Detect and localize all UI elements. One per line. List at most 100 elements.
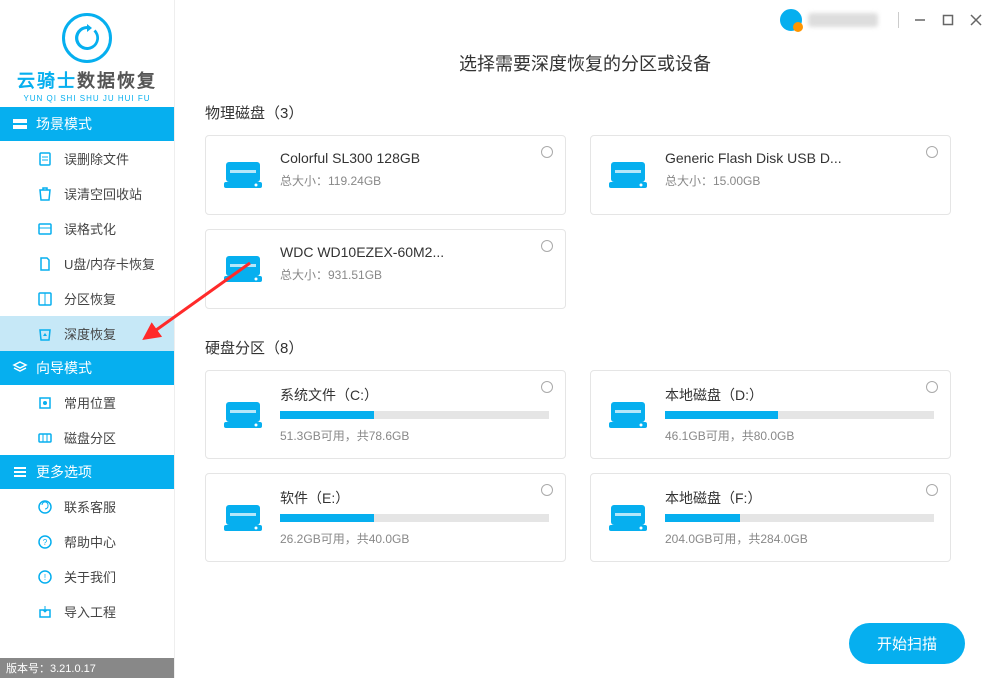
physical-disk-card[interactable]: Colorful SL300 128GB总大小：119.24GB xyxy=(205,135,566,215)
radio-select[interactable] xyxy=(541,381,553,393)
format-icon xyxy=(36,220,54,238)
nav-section-label: 向导模式 xyxy=(36,358,92,378)
partition-icon xyxy=(36,290,54,308)
partition-info: 204.0GB可用，共284.0GB xyxy=(665,530,934,547)
disk-size: 总大小：119.24GB xyxy=(280,172,549,189)
sidebar: 云骑士数据恢复 YUN QI SHI SHU JU HUI FU 场景模式误删除… xyxy=(0,0,175,678)
about-icon: ! xyxy=(36,568,54,586)
nav-section-label: 场景模式 xyxy=(36,114,92,134)
sidebar-item-import[interactable]: 导入工程 xyxy=(0,594,174,629)
recycle-bin-icon xyxy=(36,185,54,203)
sidebar-item-location[interactable]: 常用位置 xyxy=(0,385,174,420)
sidebar-item-label: 磁盘分区 xyxy=(64,428,116,447)
disk-name: Generic Flash Disk USB D... xyxy=(665,150,934,166)
sidebar-item-label: 关于我们 xyxy=(64,567,116,586)
sidebar-item-disk-part[interactable]: 磁盘分区 xyxy=(0,420,174,455)
partition-name: 系统文件（C:） xyxy=(280,385,549,405)
sidebar-item-label: 常用位置 xyxy=(64,393,116,412)
nav-section-header[interactable]: 场景模式 xyxy=(0,107,174,141)
usage-bar xyxy=(665,411,934,419)
maximize-button[interactable] xyxy=(937,9,959,31)
partition-card[interactable]: 系统文件（C:） 51.3GB可用，共78.6GB xyxy=(205,370,566,459)
sidebar-item-label: 导入工程 xyxy=(64,602,116,621)
sidebar-item-label: 深度恢复 xyxy=(64,324,116,343)
nav-section-label: 更多选项 xyxy=(36,462,92,482)
minimize-button[interactable] xyxy=(909,9,931,31)
physical-disk-card[interactable]: Generic Flash Disk USB D... 总大小：15.00GB xyxy=(590,135,951,215)
partition-info: 26.2GB可用，共40.0GB xyxy=(280,530,549,547)
sidebar-item-label: 误删除文件 xyxy=(64,149,129,168)
disk-size: 总大小：931.51GB xyxy=(280,266,549,283)
username-blurred xyxy=(808,13,878,27)
support-icon xyxy=(36,498,54,516)
disk-scroll-area[interactable]: 物理磁盘（3） Colorful SL300 128GB总大小：119.24GB… xyxy=(205,102,965,572)
main-area: 选择需要深度恢复的分区或设备 物理磁盘（3） Colorful SL300 12… xyxy=(175,0,995,678)
app-brand-sub: YUN QI SHI SHU JU HUI FU xyxy=(23,94,150,103)
sidebar-item-sdcard[interactable]: U盘/内存卡恢复 xyxy=(0,246,174,281)
partition-name: 本地磁盘（F:） xyxy=(665,488,934,508)
content: 选择需要深度恢复的分区或设备 物理磁盘（3） Colorful SL300 12… xyxy=(175,40,995,678)
physical-disk-card[interactable]: WDC WD10EZEX-60M2... 总大小：931.51GB xyxy=(205,229,566,309)
version-label: 版本号：3.21.0.17 xyxy=(0,658,174,678)
radio-select[interactable] xyxy=(541,240,553,252)
sidebar-item-label: U盘/内存卡恢复 xyxy=(64,254,155,273)
partition-info: 46.1GB可用，共80.0GB xyxy=(665,427,934,444)
app-brand: 云骑士数据恢复 xyxy=(17,67,157,93)
sidebar-item-about[interactable]: ! 关于我们 xyxy=(0,559,174,594)
partition-card[interactable]: 本地磁盘（F:） 204.0GB可用，共284.0GB xyxy=(590,473,951,562)
radio-select[interactable] xyxy=(926,381,938,393)
user-account[interactable] xyxy=(780,9,878,31)
disk-name: WDC WD10EZEX-60M2... xyxy=(280,244,549,260)
sidebar-item-label: 联系客服 xyxy=(64,497,116,516)
radio-select[interactable] xyxy=(541,146,553,158)
logo-icon xyxy=(62,13,112,63)
partition-name: 软件（E:） xyxy=(280,488,549,508)
usage-bar xyxy=(280,411,549,419)
help-icon: ? xyxy=(36,533,54,551)
page-title: 选择需要深度恢复的分区或设备 xyxy=(205,50,965,76)
sidebar-item-partition[interactable]: 分区恢复 xyxy=(0,281,174,316)
section-physical-title: 物理磁盘（3） xyxy=(205,102,951,123)
disk-icon xyxy=(607,155,649,195)
sdcard-icon xyxy=(36,255,54,273)
disk-icon xyxy=(222,498,264,538)
svg-text:?: ? xyxy=(43,538,48,547)
radio-select[interactable] xyxy=(926,484,938,496)
disk-icon xyxy=(222,395,264,435)
disk-icon xyxy=(222,155,264,195)
section-partitions-title: 硬盘分区（8） xyxy=(205,337,951,358)
partition-card[interactable]: 软件（E:） 26.2GB可用，共40.0GB xyxy=(205,473,566,562)
sidebar-item-file-doc[interactable]: 误删除文件 xyxy=(0,141,174,176)
app-logo: 云骑士数据恢复 YUN QI SHI SHU JU HUI FU xyxy=(0,0,174,107)
file-doc-icon xyxy=(36,150,54,168)
avatar-icon xyxy=(780,9,802,31)
disk-icon xyxy=(607,498,649,538)
radio-select[interactable] xyxy=(541,484,553,496)
sidebar-item-support[interactable]: 联系客服 xyxy=(0,489,174,524)
sidebar-item-label: 帮助中心 xyxy=(64,532,116,551)
partition-info: 51.3GB可用，共78.6GB xyxy=(280,427,549,444)
deep-icon xyxy=(36,325,54,343)
usage-bar xyxy=(280,514,549,522)
nav-section-header[interactable]: 更多选项 xyxy=(0,455,174,489)
sidebar-item-format[interactable]: 误格式化 xyxy=(0,211,174,246)
footer: 开始扫描 xyxy=(849,623,965,664)
disk-icon xyxy=(607,395,649,435)
sidebar-item-deep[interactable]: 深度恢复 xyxy=(0,316,174,351)
radio-select[interactable] xyxy=(926,146,938,158)
partition-card[interactable]: 本地磁盘（D:）46.1GB可用，共80.0GB xyxy=(590,370,951,459)
sidebar-item-label: 分区恢复 xyxy=(64,289,116,308)
divider xyxy=(898,12,899,28)
start-scan-button[interactable]: 开始扫描 xyxy=(849,623,965,664)
sidebar-item-recycle-bin[interactable]: 误清空回收站 xyxy=(0,176,174,211)
import-icon xyxy=(36,603,54,621)
disk-icon xyxy=(222,249,264,289)
disk-size: 总大小：15.00GB xyxy=(665,172,934,189)
sidebar-item-help[interactable]: ? 帮助中心 xyxy=(0,524,174,559)
close-button[interactable] xyxy=(965,9,987,31)
titlebar xyxy=(175,0,995,40)
sidebar-item-label: 误格式化 xyxy=(64,219,116,238)
nav-section-header[interactable]: 向导模式 xyxy=(0,351,174,385)
svg-text:!: ! xyxy=(44,573,46,582)
location-icon xyxy=(36,394,54,412)
